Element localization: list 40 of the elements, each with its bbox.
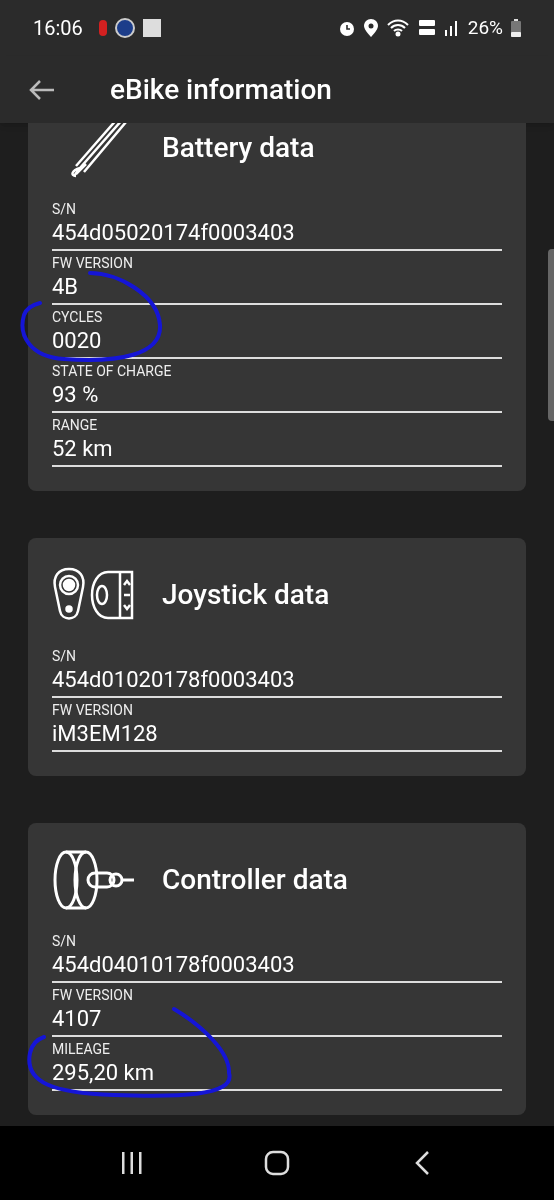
field-value: 295,20 km <box>52 1059 155 1087</box>
field-value: 4B <box>52 273 79 301</box>
field-label: FW VERSION <box>52 986 133 1004</box>
bike-app-icon <box>114 18 135 38</box>
back-arrow-icon <box>29 78 55 101</box>
field-value: 93 % <box>52 381 99 409</box>
field-value: 454d01020178f0003403 <box>52 666 295 694</box>
field-value: iM3EM128 <box>52 720 158 748</box>
field-value: 454d05020174f0003403 <box>52 219 295 247</box>
battery-percent: 26% <box>467 14 503 41</box>
field-label: MILEAGE <box>52 1040 111 1058</box>
card-title: Joystick data <box>162 577 330 613</box>
battery-icon <box>511 19 521 37</box>
home-icon <box>264 1150 290 1176</box>
card-title: Controller data <box>162 862 348 898</box>
field-label: FW VERSION <box>52 254 133 272</box>
wifi-icon <box>385 19 410 37</box>
alarm-icon <box>337 19 356 37</box>
field-label: CYCLES <box>52 308 103 326</box>
signal-icon <box>443 20 460 36</box>
field-label: S/N <box>52 932 77 950</box>
field-label: S/N <box>52 200 77 218</box>
field-label: STATE OF CHARGE <box>52 362 172 380</box>
notification-icon <box>142 19 161 37</box>
status-time: 16:06 <box>33 15 83 42</box>
recent-apps-icon <box>121 1151 144 1175</box>
field-value: 0020 <box>52 327 102 355</box>
hub-motor-icon <box>52 849 136 911</box>
field-label: FW VERSION <box>52 701 133 719</box>
screen-title: eBike information <box>110 71 332 108</box>
field-value: 454d04010178f0003403 <box>52 951 295 979</box>
card-title: Battery data <box>162 130 315 166</box>
field-value: 52 km <box>52 435 113 463</box>
location-icon <box>363 19 378 37</box>
back-chevron-icon <box>413 1150 430 1176</box>
field-value: 4107 <box>52 1005 102 1033</box>
notification-icon <box>98 20 107 36</box>
field-label: RANGE <box>52 416 98 434</box>
joystick-remote-icon <box>52 567 134 623</box>
field-label: S/N <box>52 647 77 665</box>
